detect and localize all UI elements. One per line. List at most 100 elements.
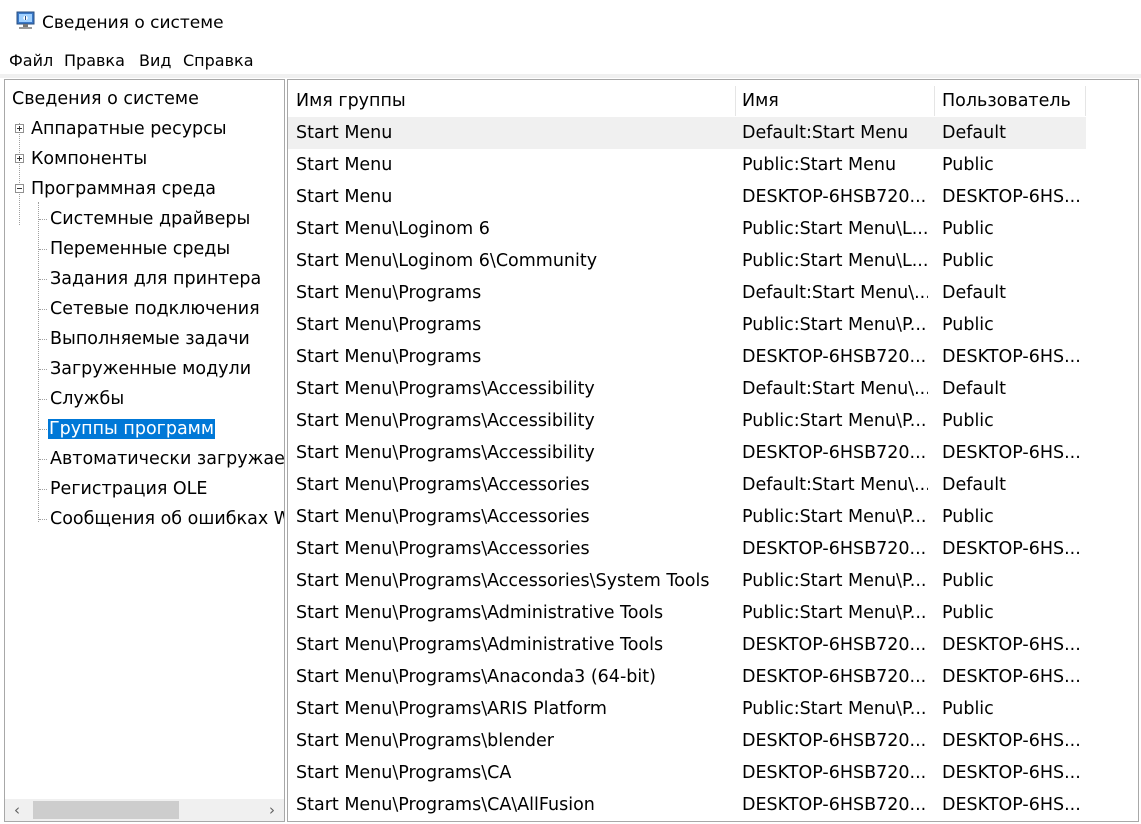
table-row[interactable]: Start Menu\Programs\CA DESKTOP-6HSB720...… — [288, 757, 1086, 789]
cell-name: DESKTOP-6HSB720... — [742, 635, 927, 655]
tree-item-loaded-modules[interactable]: Загруженные модули — [50, 357, 251, 381]
expand-icon[interactable] — [15, 154, 24, 163]
table-row[interactable]: Start Menu Default:Start Menu Default — [288, 117, 1086, 149]
table-row[interactable]: Start Menu\Loginom 6 Public:Start Menu\L.… — [288, 213, 1086, 245]
cell-name: DESKTOP-6HSB720... — [742, 763, 927, 783]
selected-label: Группы программ — [48, 419, 216, 439]
cell-user: Public — [942, 315, 994, 335]
tree-item-error-reporting[interactable]: Сообщения об ошибках W — [50, 507, 284, 531]
table-row[interactable]: Start Menu\Programs\ARIS Platform Public:… — [288, 693, 1086, 725]
horizontal-scrollbar[interactable]: ‹ › — [5, 799, 284, 821]
tree-node-hardware[interactable]: Аппаратные ресурсы — [31, 117, 227, 141]
table-row[interactable]: Start Menu\Programs\Accessibility Default… — [288, 373, 1086, 405]
scroll-left-icon[interactable]: ‹ — [7, 799, 27, 821]
cell-group-name: Start Menu\Programs\Accessories — [296, 475, 590, 495]
table-row[interactable]: Start Menu\Loginom 6\Community Public:Sta… — [288, 245, 1086, 277]
cell-name: DESKTOP-6HSB720... — [742, 187, 927, 207]
tree-item-program-groups[interactable]: Группы программ — [48, 417, 216, 441]
expand-icon[interactable] — [15, 124, 24, 133]
cell-group-name: Start Menu\Programs — [296, 283, 482, 303]
cell-group-name: Start Menu\Programs\Accessories — [296, 507, 590, 527]
table-row[interactable]: Start Menu\Programs\Accessories Public:St… — [288, 501, 1086, 533]
tree-connector — [39, 339, 47, 341]
table-row[interactable]: Start Menu\Programs\Accessibility DESKTOP… — [288, 437, 1086, 469]
cell-user: DESKTOP-6HS... — [942, 635, 1081, 655]
tree-item-running-tasks[interactable]: Выполняемые задачи — [50, 327, 250, 351]
table-row[interactable]: Start Menu\Programs\Accessories Default:S… — [288, 469, 1086, 501]
cell-group-name: Start Menu\Programs — [296, 315, 482, 335]
table-row[interactable]: Start Menu Public:Start Menu Public — [288, 149, 1086, 181]
scrollbar-thumb[interactable] — [33, 801, 179, 819]
table-row[interactable]: Start Menu\Programs\Administrative Tools… — [288, 629, 1086, 661]
cell-user: DESKTOP-6HS... — [942, 187, 1081, 207]
cell-name: Public:Start Menu\P... — [742, 315, 927, 335]
cell-group-name: Start Menu — [296, 155, 393, 175]
cell-group-name: Start Menu\Programs\ARIS Platform — [296, 699, 607, 719]
table-row[interactable]: Start Menu\Programs Public:Start Menu\P..… — [288, 309, 1086, 341]
scroll-right-icon[interactable]: › — [262, 799, 282, 821]
cell-user: DESKTOP-6HS... — [942, 539, 1081, 559]
menu-view[interactable]: Вид — [139, 50, 171, 72]
column-header-user[interactable]: Пользователь — [934, 86, 1086, 116]
details-list[interactable]: Имя группы Имя Пользователь Start Menu De… — [287, 79, 1139, 822]
cell-user: Public — [942, 603, 994, 623]
category-tree[interactable]: Сведения о системе Аппаратные ресурсы Ко… — [4, 79, 285, 822]
table-row[interactable]: Start Menu DESKTOP-6HSB720... DESKTOP-6HS.… — [288, 181, 1086, 213]
cell-name: DESKTOP-6HSB720... — [742, 667, 927, 687]
cell-user: DESKTOP-6HS... — [942, 731, 1081, 751]
cell-name: Public:Start Menu\P... — [742, 411, 927, 431]
column-header-group-name[interactable]: Имя группы — [288, 86, 736, 116]
tree-item-services[interactable]: Службы — [50, 387, 124, 411]
tree-connector — [39, 519, 47, 521]
table-row[interactable]: Start Menu\Programs Default:Start Menu\..… — [288, 277, 1086, 309]
cell-user: Public — [942, 411, 994, 431]
menu-edit[interactable]: Правка — [64, 50, 125, 72]
cell-group-name: Start Menu\Loginom 6 — [296, 219, 490, 239]
cell-group-name: Start Menu\Programs\CA — [296, 763, 512, 783]
cell-user: Public — [942, 251, 994, 271]
table-row[interactable]: Start Menu\Programs\Accessibility Public:… — [288, 405, 1086, 437]
menu-bar: Файл Правка Вид Справка — [0, 46, 1141, 74]
cell-user: Public — [942, 699, 994, 719]
tree-item-system-drivers[interactable]: Системные драйверы — [50, 207, 250, 231]
toolbar-divider — [0, 74, 1141, 78]
tree-node-components[interactable]: Компоненты — [31, 147, 147, 171]
tree-connector — [39, 219, 47, 221]
menu-help[interactable]: Справка — [183, 50, 254, 72]
column-header-name[interactable]: Имя — [734, 86, 935, 116]
cell-name: DESKTOP-6HSB720... — [742, 731, 927, 751]
cell-user: DESKTOP-6HS... — [942, 347, 1081, 367]
tree-connector — [39, 369, 47, 371]
table-row[interactable]: Start Menu\Programs\CA\AllFusion DESKTOP-… — [288, 789, 1086, 821]
tree-item-startup-programs[interactable]: Автоматически загружаем — [50, 447, 284, 471]
cell-name: Default:Start Menu\... — [742, 379, 928, 399]
tree-root[interactable]: Сведения о системе — [12, 87, 199, 111]
cell-user: Public — [942, 507, 994, 527]
cell-name: Public:Start Menu\P... — [742, 571, 927, 591]
tree-item-ole-registration[interactable]: Регистрация OLE — [50, 477, 208, 501]
tree-connector — [39, 459, 47, 461]
cell-name: DESKTOP-6HSB720... — [742, 443, 927, 463]
table-row[interactable]: Start Menu\Programs\Accessories\System T… — [288, 565, 1086, 597]
table-row[interactable]: Start Menu\Programs DESKTOP-6HSB720... DES… — [288, 341, 1086, 373]
tree-connector — [39, 309, 47, 311]
table-row[interactable]: Start Menu\Programs\Anaconda3 (64-bit) DE… — [288, 661, 1086, 693]
tree-item-network-connections[interactable]: Сетевые подключения — [50, 297, 260, 321]
cell-name: Public:Start Menu\P... — [742, 507, 927, 527]
cell-group-name: Start Menu\Programs — [296, 347, 482, 367]
cell-group-name: Start Menu\Programs\Accessories\System T… — [296, 571, 710, 591]
collapse-icon[interactable] — [15, 184, 24, 193]
cell-group-name: Start Menu\Programs\Administrative Tools — [296, 635, 664, 655]
tree-connector — [39, 399, 47, 401]
cell-name: Public:Start Menu\L... — [742, 219, 928, 239]
menu-file[interactable]: Файл — [9, 50, 53, 72]
tree-item-print-jobs[interactable]: Задания для принтера — [50, 267, 261, 291]
table-row[interactable]: Start Menu\Programs\Administrative Tools… — [288, 597, 1086, 629]
table-row[interactable]: Start Menu\Programs\Accessories DESKTOP-6… — [288, 533, 1086, 565]
tree-node-software[interactable]: Программная среда — [31, 177, 216, 201]
tree-connector — [39, 429, 47, 431]
table-row[interactable]: Start Menu\Programs\blender DESKTOP-6HSB7… — [288, 725, 1086, 757]
cell-user: Public — [942, 155, 994, 175]
cell-group-name: Start Menu\Programs\Administrative Tools — [296, 603, 664, 623]
tree-item-env-vars[interactable]: Переменные среды — [50, 237, 230, 261]
